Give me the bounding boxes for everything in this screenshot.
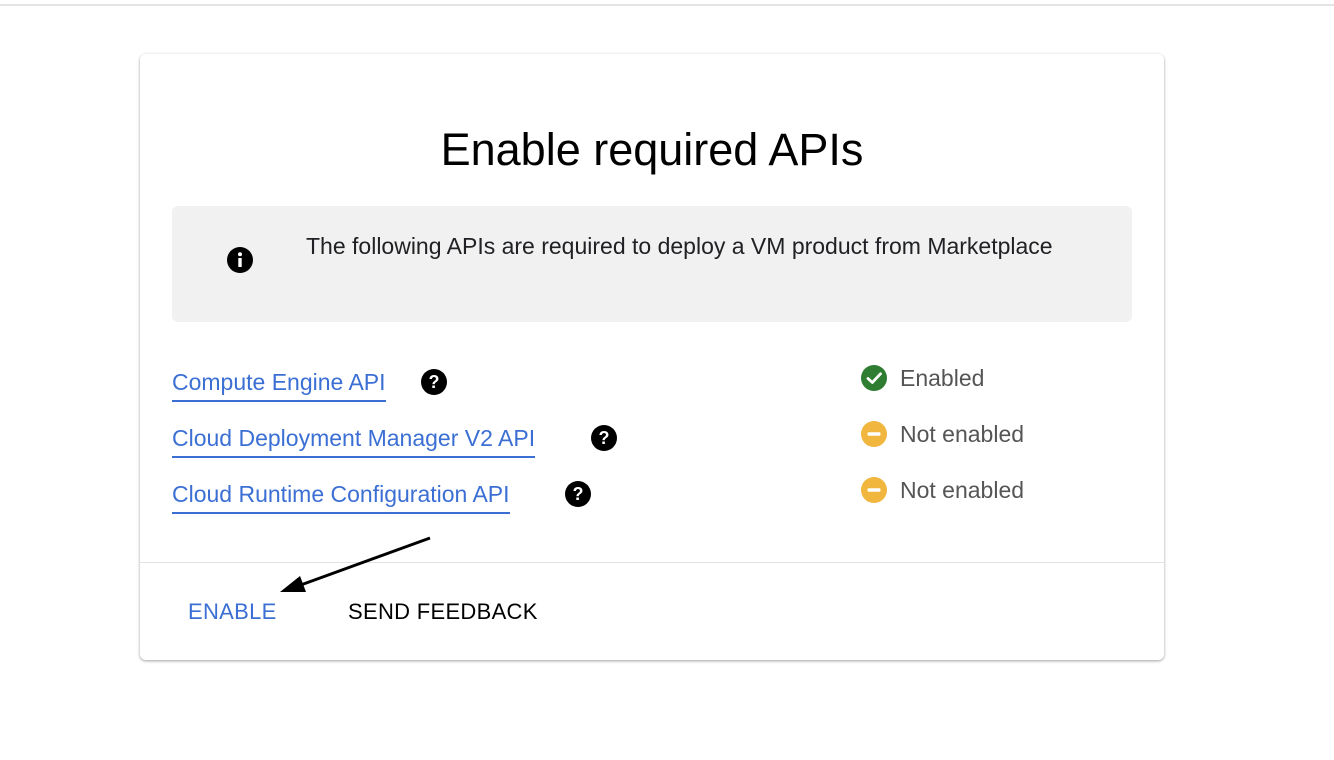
help-icon[interactable]: ?: [420, 368, 448, 396]
api-status-compute-engine: Enabled: [860, 360, 984, 396]
footer-divider: [140, 562, 1164, 563]
send-feedback-button[interactable]: SEND FEEDBACK: [348, 592, 538, 632]
check-circle-icon: [861, 365, 887, 391]
top-divider: [0, 4, 1334, 6]
status-text: Not enabled: [900, 420, 1025, 447]
api-link-compute-engine[interactable]: Compute Engine API: [172, 364, 386, 402]
api-row-runtime-configuration: Cloud Runtime Configuration API ? Not en…: [172, 476, 1132, 516]
help-icon[interactable]: ?: [564, 480, 592, 508]
info-icon: [227, 247, 253, 273]
api-status-runtime-configuration: Not enabled: [860, 472, 1024, 508]
info-banner: The following APIs are required to deplo…: [172, 206, 1132, 322]
svg-text:?: ?: [573, 484, 584, 504]
status-text: Not enabled: [900, 476, 1025, 503]
minus-circle-icon: [861, 477, 887, 503]
api-row-compute-engine: Compute Engine API ? Enabled: [172, 364, 1132, 404]
enable-button[interactable]: ENABLE: [188, 592, 277, 632]
api-status-deployment-manager: Not enabled: [860, 416, 1024, 452]
status-text: Enabled: [900, 364, 985, 391]
api-link-runtime-configuration[interactable]: Cloud Runtime Configuration API: [172, 476, 510, 514]
dialog-title: Enable required APIs: [440, 124, 864, 175]
info-text: The following APIs are required to deplo…: [306, 233, 1053, 259]
help-icon[interactable]: ?: [590, 424, 618, 452]
minus-circle-icon: [861, 421, 887, 447]
api-row-deployment-manager: Cloud Deployment Manager V2 API ? Not en…: [172, 420, 1132, 460]
api-link-deployment-manager[interactable]: Cloud Deployment Manager V2 API: [172, 420, 536, 458]
svg-text:?: ?: [599, 428, 610, 448]
enable-apis-dialog: Enable required APIs The following APIs …: [140, 54, 1164, 660]
svg-text:?: ?: [429, 372, 440, 392]
